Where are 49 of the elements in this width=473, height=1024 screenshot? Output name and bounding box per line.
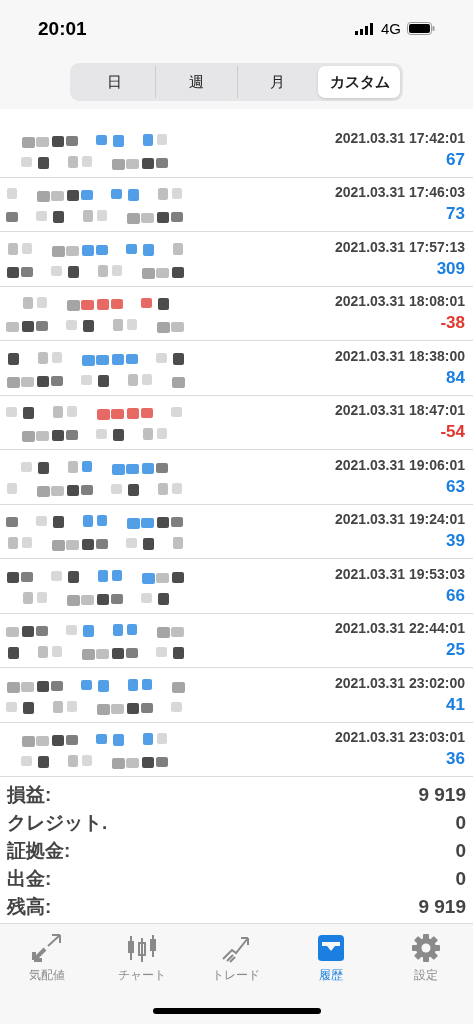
summary-label: 損益: — [7, 783, 52, 808]
summary-value: 0 — [455, 868, 466, 891]
deal-time: 2021.03.31 22:44:01 — [335, 620, 465, 637]
deal-time: 2021.03.31 17:46:03 — [335, 184, 465, 201]
deal-time: 2021.03.31 18:38:00 — [335, 348, 465, 364]
summary-value: 0 — [455, 840, 466, 863]
deal-profit: 66 — [446, 586, 465, 606]
deal-time: 2021.03.31 17:42:01 — [335, 130, 465, 146]
diagonal-arrows-icon — [31, 933, 64, 964]
deal-profit: 84 — [446, 368, 465, 388]
deal-profit: 73 — [446, 204, 465, 225]
deal-time: 2021.03.31 19:53:03 — [335, 566, 465, 582]
deal-time: 2021.03.31 18:47:01 — [335, 402, 465, 419]
candlestick-icon — [125, 933, 158, 964]
tab-bar-item[interactable]: 設定 — [378, 932, 473, 986]
deal-profit: 36 — [446, 749, 465, 770]
deal-profit: 25 — [446, 640, 465, 661]
deal-time: 2021.03.31 23:02:00 — [335, 675, 465, 691]
tab-bar-item[interactable]: 履歴 — [283, 932, 379, 986]
summary-label: 残高: — [7, 895, 52, 920]
segment-tab[interactable]: 日 — [73, 66, 155, 99]
settings-icon — [409, 933, 442, 964]
deal-profit: -38 — [440, 313, 465, 334]
deal-profit: 39 — [446, 531, 465, 552]
deal-profit: 63 — [446, 477, 465, 497]
deal-time: 2021.03.31 19:06:01 — [335, 457, 465, 473]
summary-value: 0 — [455, 812, 466, 835]
summary-label: クレジット. — [7, 811, 108, 836]
deal-profit: -54 — [440, 422, 465, 443]
deal-time: 2021.03.31 19:24:01 — [335, 511, 465, 528]
segment-tab[interactable]: カスタム — [318, 66, 400, 99]
summary-value: 9 919 — [418, 896, 466, 919]
tab-bar-item[interactable]: 気配値 — [0, 932, 95, 986]
deal-profit: 67 — [446, 150, 465, 170]
status-time: 20:01 — [38, 17, 87, 40]
network-label: 4G — [381, 20, 401, 38]
deal-profit: 309 — [436, 259, 465, 279]
deal-profit: 41 — [446, 695, 465, 715]
tab-bar-item[interactable]: トレード — [189, 932, 284, 986]
deal-time: 2021.03.31 17:57:13 — [335, 239, 465, 255]
battery-icon — [407, 22, 435, 36]
summary-value: 9 919 — [418, 784, 466, 807]
deal-time: 2021.03.31 18:08:01 — [335, 293, 465, 310]
signal-icon — [355, 22, 375, 35]
deal-time: 2021.03.31 23:03:01 — [335, 729, 465, 746]
segment-tab[interactable]: 週 — [154, 66, 237, 99]
summary-label: 出金: — [7, 867, 52, 892]
summary-label: 証拠金: — [7, 839, 71, 864]
tab-bar-item[interactable]: チャート — [94, 932, 190, 986]
